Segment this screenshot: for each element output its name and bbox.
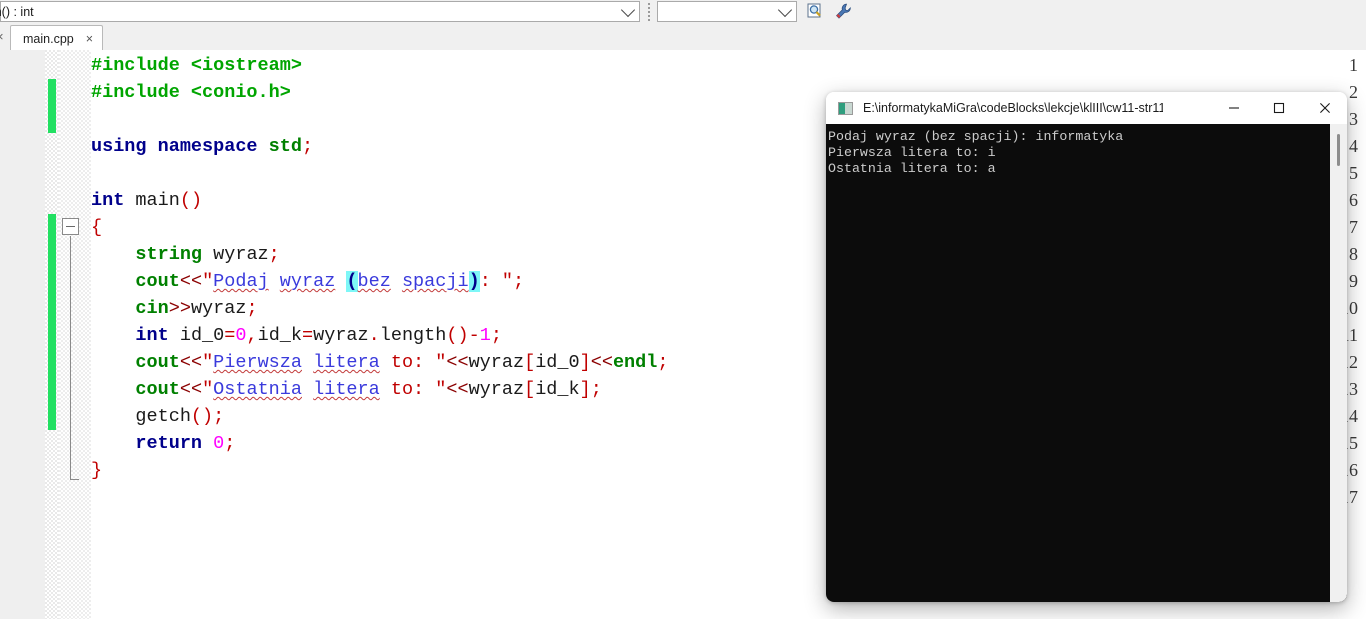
code-line-7: { — [91, 217, 103, 238]
scope-dropdown[interactable]: ain() : int — [0, 1, 640, 22]
toolbar: ain() : int — [0, 0, 1366, 24]
chevron-down-icon[interactable] — [617, 2, 639, 18]
search-input[interactable] — [657, 1, 797, 22]
code-line-15: return 0; — [135, 433, 236, 454]
console-title-bar[interactable]: E:\informatykaMiGra\codeBlocks\lekcje\kl… — [826, 92, 1347, 124]
code-line-10: cin>>wyraz; — [135, 298, 258, 319]
code-line-1: #include <iostream> — [91, 55, 302, 76]
console-title-text: E:\informatykaMiGra\codeBlocks\lekcje\kl… — [863, 101, 1163, 115]
tab-main-cpp[interactable]: main.cpp × — [10, 25, 104, 51]
fold-guide-line — [70, 236, 71, 479]
tab-overflow-close-icon[interactable]: × — [0, 29, 4, 44]
code-line-2: #include <conio.h> — [91, 82, 291, 103]
tab-label: main.cpp — [23, 31, 74, 46]
maximize-button[interactable] — [1256, 92, 1301, 124]
minimize-button[interactable] — [1211, 92, 1256, 124]
change-marker — [48, 214, 56, 430]
close-button[interactable] — [1302, 92, 1347, 124]
code-line-9: cout<<"Podaj wyraz (bez spacji): "; — [135, 271, 525, 292]
line-number: 1 — [1349, 55, 1358, 75]
code-line-4: using namespace std; — [91, 136, 314, 157]
fold-guide-foot — [70, 479, 79, 480]
wrench-icon[interactable] — [831, 1, 855, 23]
code-line-8: string wyraz; — [135, 244, 280, 265]
scope-dropdown-value: ain() : int — [0, 4, 34, 19]
console-app-icon — [838, 101, 853, 115]
code-line-6: int main() — [91, 190, 203, 211]
code-line-12: cout<<"Pierwsza litera to: "<<wyraz[id_0… — [135, 352, 669, 373]
fold-toggle-icon[interactable] — [62, 218, 79, 235]
code-line-13: cout<<"Ostatnia litera to: "<<wyraz[id_k… — [135, 379, 602, 400]
chevron-down-icon[interactable] — [774, 2, 796, 18]
console-window[interactable]: E:\informatykaMiGra\codeBlocks\lekcje\kl… — [826, 92, 1347, 602]
close-icon[interactable]: × — [86, 32, 93, 46]
code-line-16: } — [91, 460, 103, 481]
line-number-gutter — [0, 50, 45, 619]
console-scrollbar[interactable] — [1330, 124, 1347, 602]
change-marker — [48, 79, 56, 133]
find-icon[interactable] — [803, 1, 827, 23]
console-output-text: Podaj wyraz (bez spacji): informatyka Pi… — [828, 129, 1124, 177]
drag-grip-icon[interactable] — [644, 2, 654, 21]
tab-bar: × main.cpp × — [0, 23, 1366, 51]
code-line-14: getch(); — [91, 406, 225, 427]
code-folding-gutter[interactable] — [59, 50, 91, 619]
console-output-area[interactable]: Podaj wyraz (bez spacji): informatyka Pi… — [826, 124, 1347, 602]
code-line-11: int id_0=0,id_k=wyraz.length()-1; — [135, 325, 502, 346]
console-scrollbar-thumb[interactable] — [1337, 134, 1340, 166]
